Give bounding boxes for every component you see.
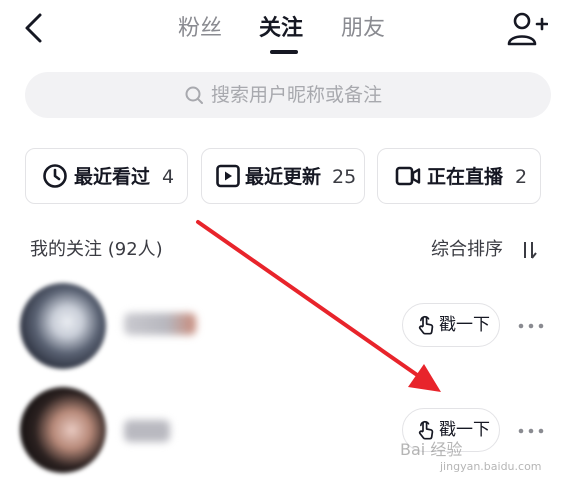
filter-count: 4	[162, 166, 175, 188]
play-icon	[216, 164, 240, 188]
tab-fans[interactable]: 粉丝	[178, 14, 222, 44]
tab-friends[interactable]: 朋友	[341, 14, 385, 44]
watermark: Bai 经验	[400, 440, 463, 459]
sort-button[interactable]: 综合排序	[431, 237, 503, 263]
add-friend-button[interactable]	[504, 8, 549, 52]
add-user-icon	[507, 12, 549, 46]
back-button[interactable]	[14, 10, 54, 50]
filter-label: 最近看过	[74, 166, 151, 188]
avatar[interactable]	[20, 387, 106, 473]
filter-recent-viewed[interactable]: 最近看过 4	[25, 148, 188, 204]
filter-recent-updated[interactable]: 最近更新 25	[201, 148, 365, 204]
filter-count: 2	[515, 166, 528, 188]
chevron-left-icon	[25, 13, 42, 43]
search-placeholder: 搜索用户昵称或备注	[211, 84, 383, 106]
filter-label: 正在直播	[427, 166, 504, 188]
active-tab-indicator	[270, 50, 298, 54]
more-options-icon[interactable]	[516, 316, 546, 336]
video-camera-icon	[395, 166, 421, 186]
filter-label: 最近更新	[245, 166, 322, 188]
search-icon	[185, 86, 203, 104]
poke-label: 戳一下	[439, 420, 490, 440]
tab-following[interactable]: 关注	[259, 14, 303, 44]
watermark-url: jingyan.baidu.com	[440, 460, 542, 473]
more-options-icon[interactable]	[516, 421, 546, 441]
tap-hand-icon	[418, 420, 434, 440]
sort-icon[interactable]	[519, 240, 539, 260]
poke-button[interactable]: 戳一下	[402, 303, 500, 347]
tap-hand-icon	[418, 315, 434, 335]
clock-icon	[43, 164, 67, 188]
user-nickname[interactable]	[124, 420, 170, 442]
poke-label: 戳一下	[439, 315, 490, 335]
filter-count: 25	[332, 166, 357, 188]
avatar[interactable]	[20, 283, 106, 369]
filter-live[interactable]: 正在直播 2	[377, 148, 541, 204]
following-count-title: 我的关注 (92人)	[30, 239, 163, 260]
user-nickname[interactable]	[124, 313, 196, 335]
